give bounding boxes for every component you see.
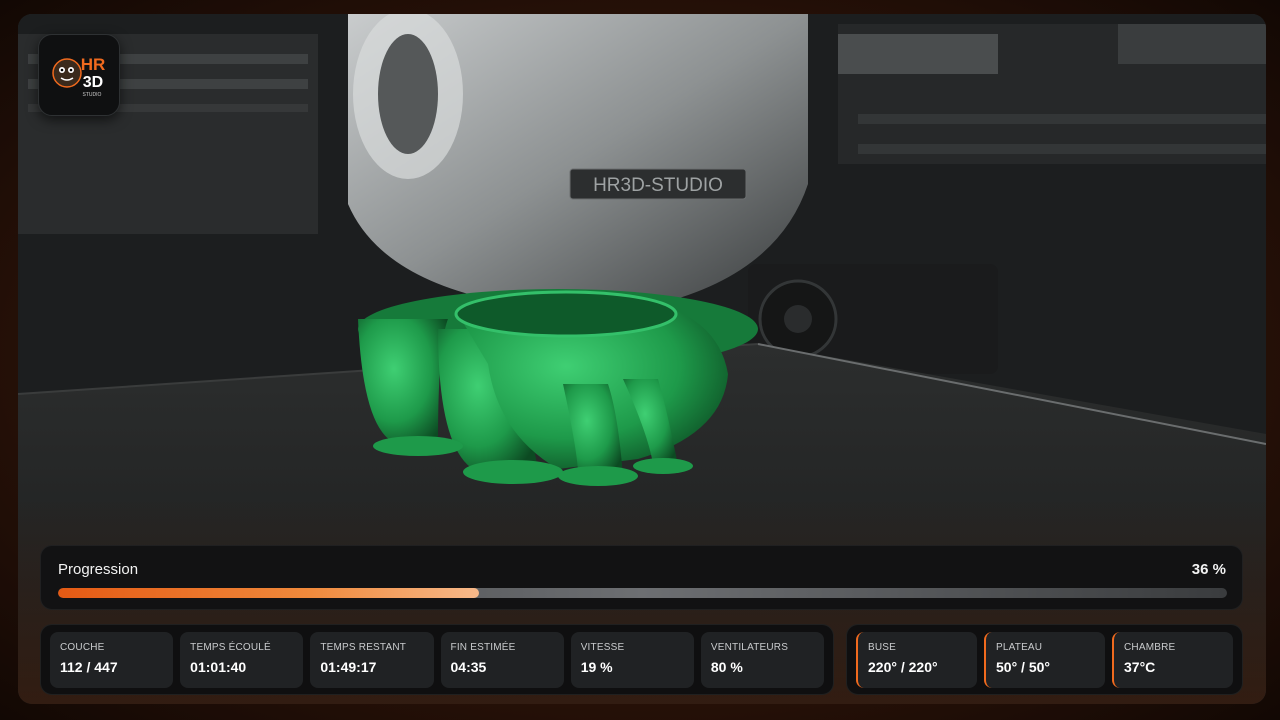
- logo-text-hr: HR: [81, 55, 106, 74]
- progress-label: Progression: [58, 561, 139, 578]
- app-frame: HR3D-STUDIO HR 3D STUDIO Progression 36 …: [0, 0, 1280, 720]
- logo-text-3d: 3D: [83, 74, 103, 91]
- progress-percent: 36 %: [1191, 561, 1226, 578]
- stat-card-temps-restant: TEMPS RESTANT 01:49:17: [310, 632, 434, 688]
- stat-value: 80 %: [710, 659, 743, 675]
- progress-panel: Progression 36 %: [40, 545, 1243, 610]
- print-stats-panel: COUCHE 112 / 447 TEMPS ÉCOULÉ 01:01:40 T…: [40, 624, 834, 695]
- mascot-logo-icon: HR 3D STUDIO: [52, 55, 106, 98]
- machine-label: HR3D-STUDIO: [593, 175, 723, 196]
- temp-label: CHAMBRE: [1124, 642, 1176, 653]
- temp-value: 37°C: [1124, 659, 1156, 675]
- logo-text-studio: STUDIO: [83, 92, 102, 98]
- temp-label: BUSE: [868, 642, 897, 653]
- stat-card-vitesse: VITESSE 19 %: [570, 632, 694, 688]
- stat-label: TEMPS RESTANT: [320, 642, 407, 653]
- temp-card-plateau: PLATEAU 50° / 50°: [984, 632, 1105, 688]
- studio-logo: HR 3D STUDIO: [38, 34, 120, 116]
- stat-label: VITESSE: [580, 642, 625, 653]
- temp-card-buse: BUSE 220° / 220°: [856, 632, 977, 688]
- stat-card-fin-estimee: FIN ESTIMÉE 04:35: [440, 632, 564, 688]
- progress-bar-fill: [58, 588, 479, 598]
- stat-value: 112 / 447: [60, 659, 118, 675]
- progress-bar: [58, 588, 1227, 598]
- temp-value: 220° / 220°: [868, 659, 938, 675]
- stat-value: 01:01:40: [190, 659, 247, 675]
- stat-label: COUCHE: [60, 642, 105, 653]
- stat-value: 01:49:17: [320, 659, 377, 675]
- stat-card-temps-ecoule: TEMPS ÉCOULÉ 01:01:40: [180, 632, 304, 688]
- stat-value: 04:35: [450, 659, 487, 675]
- stat-label: VENTILATEURS: [710, 642, 789, 653]
- stat-card-couche: COUCHE 112 / 447: [50, 632, 174, 688]
- stat-value: 19 %: [580, 659, 613, 675]
- temp-value: 50° / 50°: [996, 659, 1051, 675]
- temp-card-chambre: CHAMBRE 37°C: [1112, 632, 1233, 688]
- temp-label: PLATEAU: [996, 642, 1043, 653]
- temperatures-panel: BUSE 220° / 220° PLATEAU 50° / 50° CHAMB…: [846, 624, 1243, 695]
- stat-label: TEMPS ÉCOULÉ: [190, 642, 271, 653]
- stat-card-ventilateurs: VENTILATEURS 80 %: [700, 632, 825, 688]
- stat-label: FIN ESTIMÉE: [450, 642, 516, 653]
